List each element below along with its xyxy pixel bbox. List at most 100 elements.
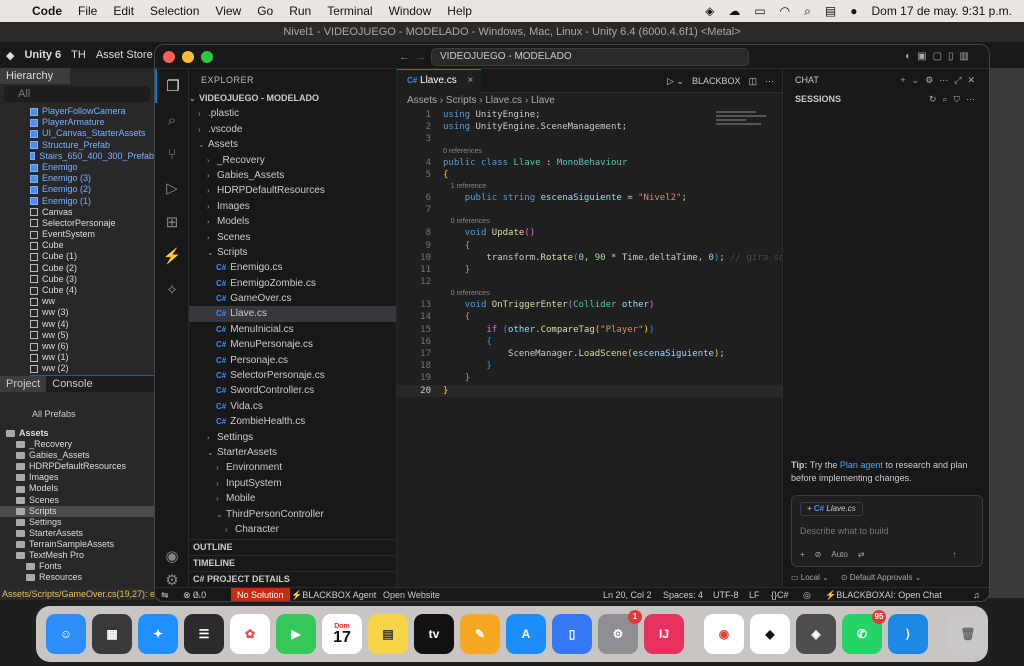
- search-icon[interactable]: ⌕: [155, 103, 189, 137]
- blackbox-ai-chat-status[interactable]: ⚡ BLACKBOXAI: Open Chat: [825, 588, 942, 601]
- explorer-file[interactable]: C# SelectorPersonaje.cs: [189, 368, 396, 383]
- breadcrumb-class[interactable]: Llave: [531, 95, 555, 106]
- blackbox-agent-status[interactable]: ⚡ BLACKBOX Agent: [291, 588, 376, 601]
- hierarchy-item[interactable]: Cube (4): [30, 285, 154, 296]
- cursor-position[interactable]: Ln 20, Col 2: [603, 588, 652, 601]
- back-arrow-icon[interactable]: ←: [399, 51, 410, 63]
- explorer-folder[interactable]: › HDRPDefaultResources: [189, 183, 396, 198]
- explorer-file[interactable]: C# EnemigoZombie.cs: [189, 276, 396, 291]
- notifications-bell-icon[interactable]: ♫: [973, 588, 980, 601]
- hierarchy-item[interactable]: Cube: [30, 240, 154, 251]
- plan-agent-link[interactable]: Plan agent: [840, 460, 883, 470]
- explorer-folder[interactable]: ⌄ ThirdPersonController: [189, 507, 396, 522]
- menu-window[interactable]: Window: [389, 4, 432, 18]
- wifi-icon[interactable]: ◠: [780, 4, 790, 18]
- project-folder[interactable]: Assets: [0, 428, 154, 439]
- explorer-file[interactable]: C# Llave.cs: [189, 306, 396, 322]
- ai-chat-icon[interactable]: ✧: [155, 273, 189, 307]
- tools-icon[interactable]: ⊘: [815, 550, 822, 559]
- simulator-icon[interactable]: ▯: [552, 614, 592, 654]
- outline-section[interactable]: OUTLINE: [189, 539, 397, 554]
- hierarchy-item[interactable]: SelectorPersonaje: [30, 218, 154, 229]
- problems-indicator[interactable]: ⊗ 0 ⚠ 0: [183, 588, 206, 601]
- csharp-project-details-section[interactable]: C# PROJECT DETAILS: [189, 571, 397, 586]
- explorer-folder[interactable]: › Character: [189, 522, 396, 537]
- indentation[interactable]: Spaces: 4: [663, 588, 703, 601]
- explorer-file[interactable]: C# Personaje.cs: [189, 353, 396, 368]
- menu-file[interactable]: File: [78, 4, 97, 18]
- hierarchy-item[interactable]: Enemigo (2): [30, 184, 154, 195]
- finder-icon[interactable]: ☺: [46, 614, 86, 654]
- menu-help[interactable]: Help: [447, 4, 472, 18]
- project-folder[interactable]: Scripts: [0, 505, 154, 517]
- reminders-icon[interactable]: ☰: [184, 614, 224, 654]
- send-icon[interactable]: ↑: [953, 550, 957, 559]
- hierarchy-item[interactable]: ww: [30, 296, 154, 307]
- jetbrains-rider-icon[interactable]: IJ: [644, 614, 684, 654]
- explorer-icon[interactable]: ❐: [155, 69, 189, 103]
- explorer-file[interactable]: C# GameOver.cs: [189, 291, 396, 306]
- language-mode[interactable]: {} C#: [771, 588, 789, 601]
- chat-actions-icons[interactable]: +⌄⚙⋯⤢✕: [900, 69, 981, 91]
- hierarchy-item[interactable]: ww (6): [30, 341, 154, 352]
- breadcrumb-assets[interactable]: Assets: [407, 95, 437, 106]
- split-editor-icon[interactable]: ◫: [748, 69, 757, 93]
- codelens-references[interactable]: 0 references: [451, 290, 490, 297]
- project-folder[interactable]: HDRPDefaultResources: [0, 461, 154, 472]
- hierarchy-item[interactable]: Enemigo (3): [30, 173, 154, 184]
- unity-hub-icon[interactable]: ◆: [750, 614, 790, 654]
- menu-selection[interactable]: Selection: [150, 4, 199, 18]
- explorer-folder[interactable]: ⌄ Assets: [189, 137, 396, 152]
- search-icon[interactable]: ⌕: [804, 4, 811, 19]
- attach-icon[interactable]: +: [800, 550, 805, 559]
- explorer-folder[interactable]: › Mobile: [189, 491, 396, 506]
- unity-status-icon[interactable]: ◈: [705, 4, 714, 18]
- project-folder[interactable]: Scenes: [0, 495, 154, 506]
- end-of-line[interactable]: LF: [749, 588, 760, 601]
- sessions-actions-icons[interactable]: ↻⌕⛉⋯: [929, 91, 981, 107]
- notes-icon[interactable]: ▤: [368, 614, 408, 654]
- breadcrumb-scripts[interactable]: Scripts: [446, 95, 477, 106]
- copilot-icon[interactable]: ◎: [803, 588, 811, 601]
- all-prefabs-item[interactable]: All Prefabs: [0, 408, 154, 420]
- run-icon[interactable]: ▷ ⌄: [667, 69, 684, 93]
- blackbox-button[interactable]: BLACKBOX: [692, 69, 741, 93]
- explorer-folder[interactable]: › Settings: [189, 430, 396, 445]
- project-folder[interactable]: Images: [0, 472, 154, 483]
- facetime-icon[interactable]: ▶: [276, 614, 316, 654]
- run-debug-icon[interactable]: ▷: [155, 171, 189, 205]
- pages-icon[interactable]: ✎: [460, 614, 500, 654]
- safari-icon[interactable]: ✦: [138, 614, 178, 654]
- command-center[interactable]: VIDEOJUEGO - MODELADO: [431, 48, 749, 66]
- display-icon[interactable]: ▤: [825, 4, 836, 18]
- hierarchy-item[interactable]: ww (2): [30, 363, 154, 374]
- project-folder[interactable]: Resources: [0, 572, 154, 583]
- whatsapp-icon[interactable]: ✆ 95: [842, 610, 886, 654]
- close-window-button[interactable]: [163, 50, 175, 63]
- unity-editor-icon[interactable]: ◈: [796, 614, 836, 654]
- explorer-folder[interactable]: › Models: [189, 214, 396, 229]
- hierarchy-item[interactable]: Structure_Prefab: [30, 140, 154, 151]
- explorer-file[interactable]: C# Enemigo.cs: [189, 260, 396, 275]
- trash-icon[interactable]: 🗑: [948, 614, 988, 654]
- hierarchy-item[interactable]: ww (5): [30, 330, 154, 341]
- approvals-dropdown[interactable]: ⊙ Default Approvals ⌄: [841, 573, 922, 582]
- hierarchy-item[interactable]: Cube (1): [30, 251, 154, 262]
- project-folder[interactable]: Fonts: [0, 561, 154, 572]
- chat-input-box[interactable]: + C# Llave.cs Describe what to build + ⊘ A…: [791, 495, 983, 567]
- explorer-folder[interactable]: ⌄ Scripts: [189, 245, 396, 260]
- photos-icon[interactable]: ✿: [230, 614, 270, 654]
- explorer-folder[interactable]: › Gabies_Assets: [189, 168, 396, 183]
- hierarchy-item[interactable]: Enemigo: [30, 162, 154, 173]
- explorer-file[interactable]: C# SwordController.cs: [189, 383, 396, 398]
- explorer-file[interactable]: C# Vida.cs: [189, 399, 396, 414]
- explorer-folder[interactable]: › .plastic: [189, 106, 396, 121]
- codelens-references[interactable]: 0 references: [451, 218, 490, 225]
- explorer-folder[interactable]: › _Recovery: [189, 153, 396, 168]
- hierarchy-item[interactable]: Stairs_650_400_300_Prefab: [30, 151, 154, 162]
- launchpad-icon[interactable]: ▦: [92, 614, 132, 654]
- blackbox-icon[interactable]: ⚡: [155, 239, 189, 273]
- chrome-icon[interactable]: ◉: [704, 614, 744, 654]
- source-control-icon[interactable]: ⑂: [155, 137, 189, 171]
- explorer-file[interactable]: C# MenuInicial.cs: [189, 322, 396, 337]
